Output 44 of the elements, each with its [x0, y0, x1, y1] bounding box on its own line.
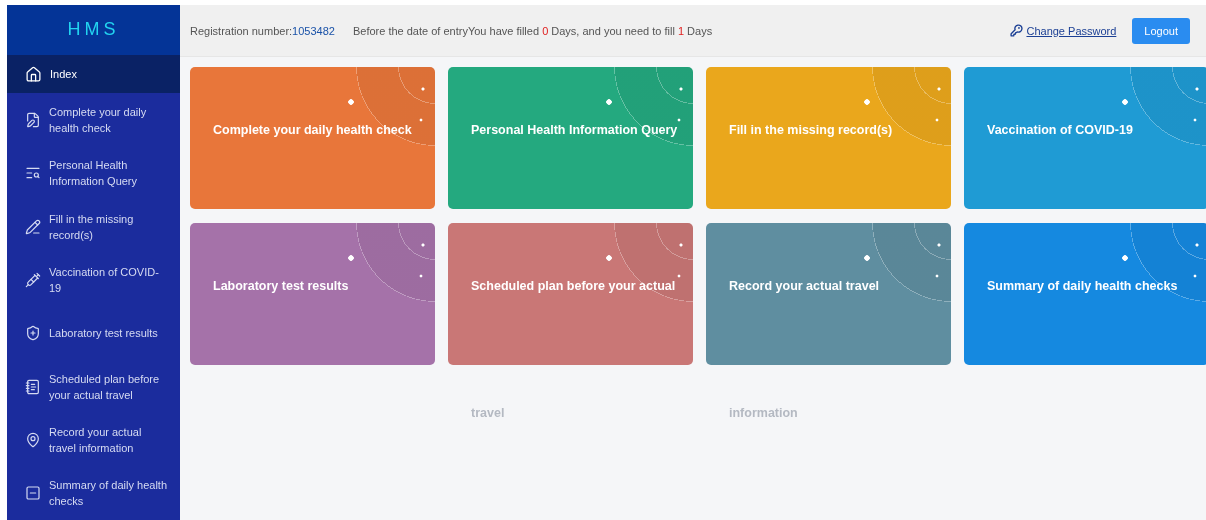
sidebar-item[interactable]: Scheduled plan before your actual travel — [7, 360, 180, 414]
sidebar-item[interactable]: Summary of daily health checks — [7, 466, 180, 520]
fill-notice: Before the date of entryYou have filled 0 Days, and you need to fill 1 Days — [352, 24, 713, 37]
home-icon — [25, 65, 42, 83]
sidebar-item-label: Scheduled plan before your actual travel — [49, 371, 161, 403]
sidebar-item-label: Vaccination of COVID-19 — [49, 265, 160, 297]
sidebar-item-label: Record your actual travel information — [49, 425, 143, 457]
sidebar-item-label: Fill in the missing record(s) — [49, 211, 135, 243]
change-password-link[interactable]: Change Password — [1026, 24, 1117, 37]
card-title: Laboratory test results — [213, 279, 349, 294]
sidebar-item-label: Complete your daily health check — [49, 105, 148, 137]
sidebar-item-label: Personal Health Information Query — [49, 158, 139, 190]
card-title: Vaccination of COVID-19 — [987, 123, 1133, 138]
edit-document-icon — [25, 112, 41, 129]
card-title: Fill in the missing record(s) — [729, 123, 893, 138]
card-title: Personal Health Information Query — [471, 123, 678, 138]
sidebar-item[interactable]: Complete your daily health check — [7, 93, 180, 147]
app-logo: HMS — [67, 19, 120, 41]
sidebar-item[interactable]: Record your actual travel information — [7, 413, 180, 467]
sidebar-item-label: Laboratory test results — [49, 326, 158, 342]
card-title: Record your actual travel — [729, 279, 880, 294]
sidebar-item[interactable]: Index — [7, 54, 180, 94]
sidebar-item[interactable]: Vaccination of COVID-19 — [7, 253, 180, 307]
sidebar-item-label: Index — [50, 67, 77, 83]
shield-icon — [25, 325, 41, 342]
module-card[interactable]: Record your actual travel — [706, 223, 951, 365]
card-title-overflow: information — [729, 406, 798, 421]
document-icon — [25, 378, 41, 395]
module-card[interactable]: Summary of daily health checks — [964, 223, 1206, 365]
card-title: Complete your daily health check — [213, 123, 412, 138]
card-title-overflow: travel — [471, 406, 505, 421]
card-title: Scheduled plan before your actual — [471, 279, 676, 294]
module-card[interactable]: Laboratory test results — [190, 223, 435, 365]
sidebar-item[interactable]: Fill in the missing record(s) — [7, 200, 180, 254]
sidebar-item[interactable]: Laboratory test results — [7, 306, 180, 361]
square-icon — [25, 485, 41, 502]
location-pin-icon — [25, 432, 41, 449]
sidebar-item-label: Summary of daily health checks — [49, 478, 168, 510]
key-icon — [1010, 24, 1024, 37]
card-title: Summary of daily health checks — [987, 279, 1178, 294]
sidebar-item[interactable]: Personal Health Information Query — [7, 146, 180, 201]
syringe-icon — [25, 272, 41, 289]
registration-number: Registration number:1053482 — [190, 24, 335, 37]
pen-icon — [25, 218, 41, 235]
